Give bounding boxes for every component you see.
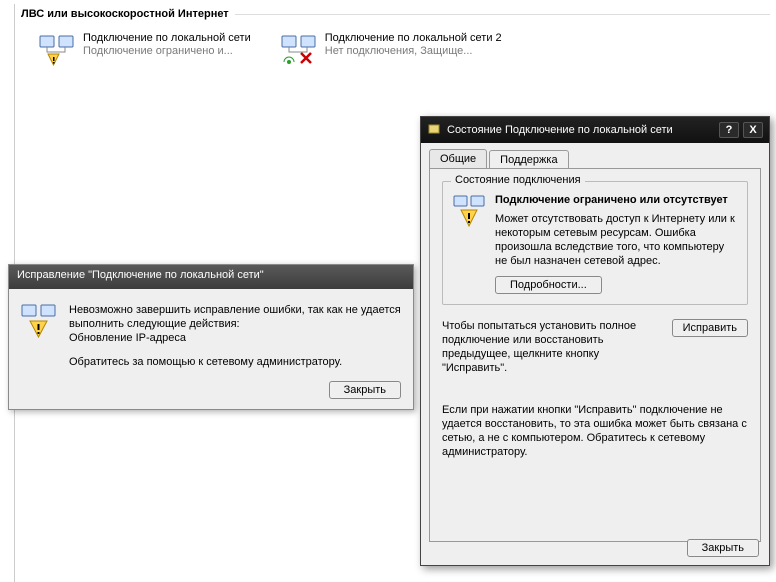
tab-general[interactable]: Общие — [429, 149, 487, 168]
connection-item[interactable]: Подключение по локальной сети Подключени… — [39, 32, 251, 68]
repair-button[interactable]: Исправить — [672, 319, 748, 337]
repair-error-line1: Невозможно завершить исправление ошибки,… — [69, 303, 401, 331]
connection-item[interactable]: Подключение по локальной сети 2 Нет подк… — [281, 32, 502, 68]
status-window-title: Состояние Подключение по локальной сети — [447, 124, 673, 136]
details-button[interactable]: Подробности... — [495, 276, 602, 294]
network-connection-icon — [39, 32, 75, 68]
titlebar-help-button[interactable]: ? — [719, 122, 739, 138]
repair-dialog-title: Исправление "Подключение по локальной се… — [9, 265, 413, 289]
connection-status: Подключение ограничено и... — [83, 45, 251, 58]
repair-dialog: Исправление "Подключение по локальной се… — [8, 264, 414, 410]
group-label: Состояние подключения — [451, 174, 585, 186]
section-header: ЛВС или высокоскоростной Интернет — [15, 4, 776, 24]
connection-status-window: Состояние Подключение по локальной сети … — [420, 116, 770, 566]
status-warning-title: Подключение ограничено или отсутствует — [495, 194, 737, 206]
connection-state-group: Состояние подключения Подключение ограни… — [442, 181, 748, 305]
section-header-label: ЛВС или высокоскоростной Интернет — [21, 8, 229, 20]
status-warning-description: Может отсутствовать доступ к Интернету и… — [495, 212, 737, 268]
titlebar-app-icon — [427, 122, 441, 139]
repair-close-button[interactable]: Закрыть — [329, 381, 401, 399]
status-warning-icon — [453, 194, 487, 294]
repair-error-line2: Обновление IP-адреса — [69, 331, 401, 345]
connection-name: Подключение по локальной сети — [83, 32, 251, 45]
status-footer-text: Если при нажатии кнопки "Исправить" подк… — [442, 403, 748, 459]
status-titlebar[interactable]: Состояние Подключение по локальной сети … — [421, 117, 769, 143]
connection-status: Нет подключения, Защище... — [325, 45, 502, 58]
tab-support[interactable]: Поддержка — [489, 150, 568, 169]
status-close-button[interactable]: Закрыть — [687, 539, 759, 557]
connection-name: Подключение по локальной сети 2 — [325, 32, 502, 45]
repair-error-line3: Обратитесь за помощью к сетевому админис… — [69, 355, 401, 369]
titlebar-close-button[interactable]: X — [743, 122, 763, 138]
network-connection-disabled-icon — [281, 32, 317, 68]
repair-hint-text: Чтобы попытаться установить полное подкл… — [442, 319, 662, 375]
repair-warning-icon — [21, 303, 57, 369]
